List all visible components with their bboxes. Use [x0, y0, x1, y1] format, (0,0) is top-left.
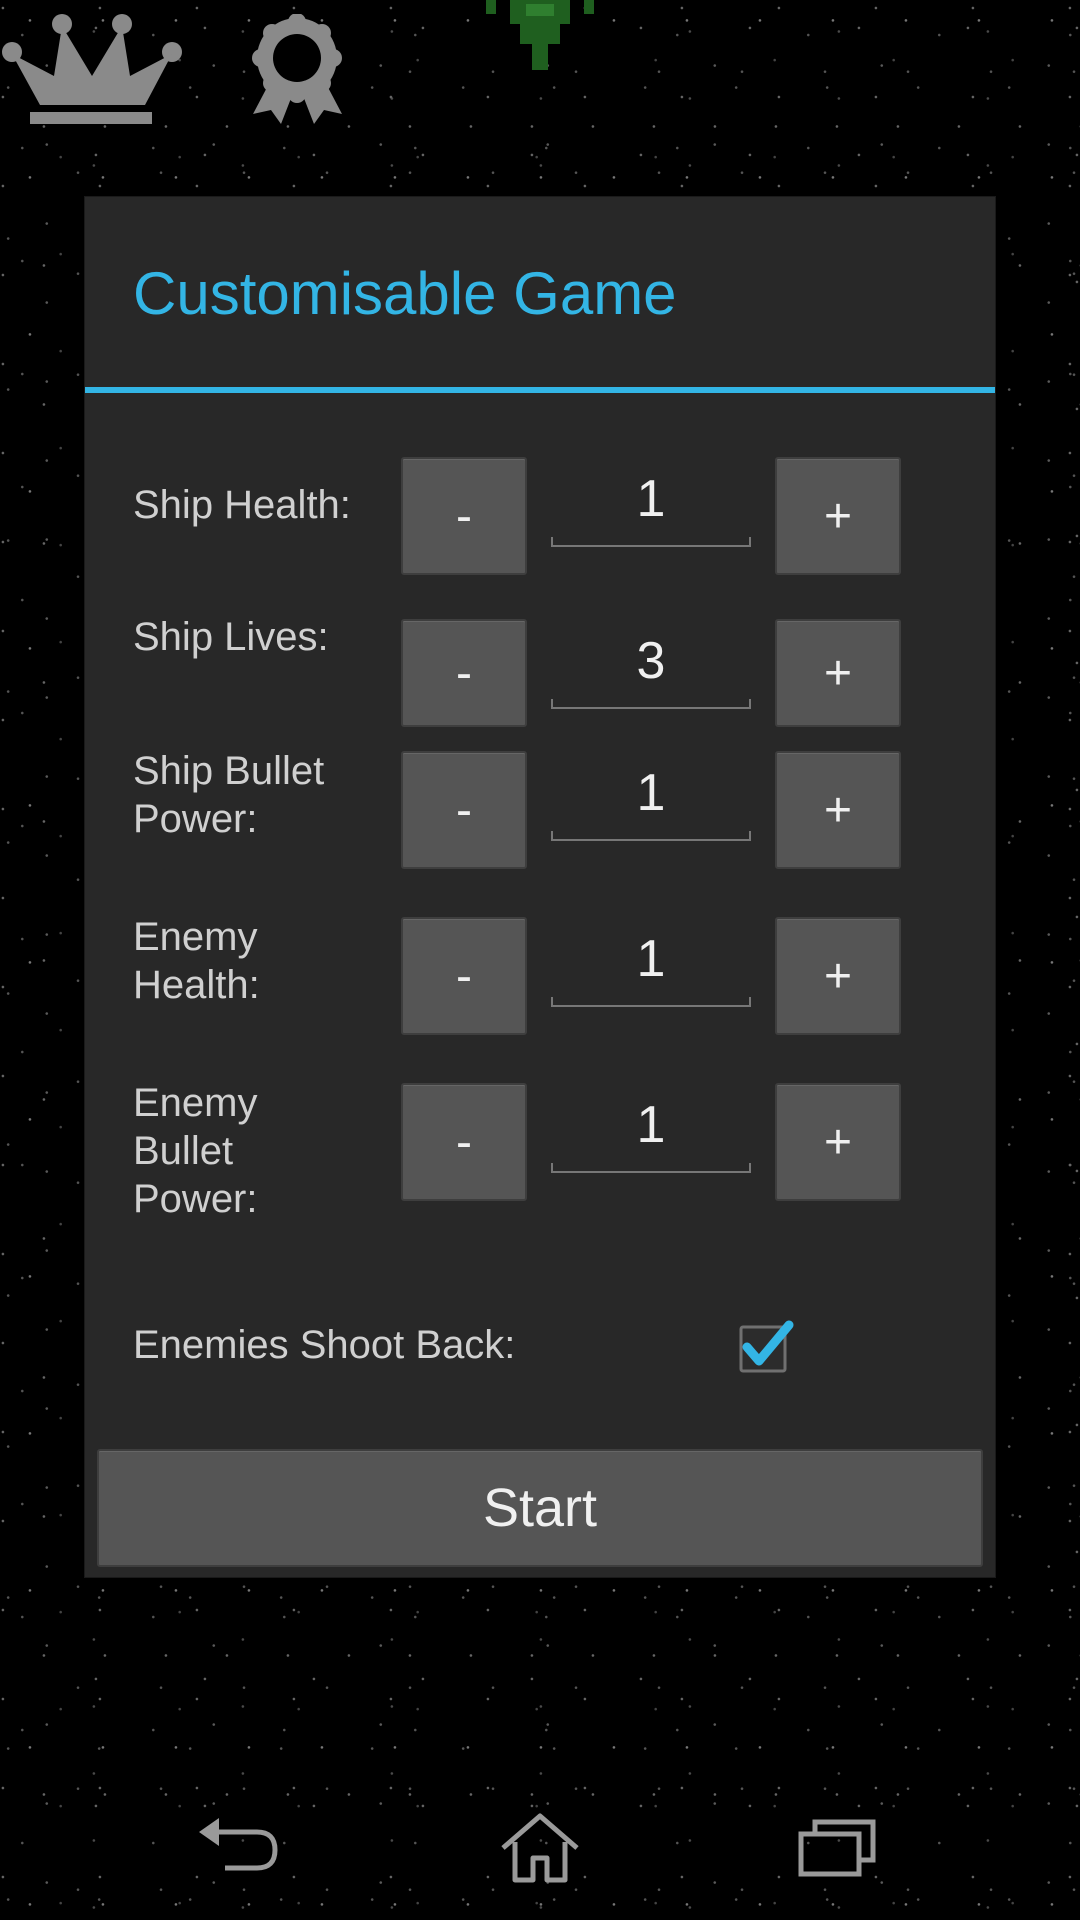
enemy-bullet-power-value[interactable]: 1: [551, 1095, 751, 1155]
ship-lives-decrease-button[interactable]: -: [401, 619, 527, 727]
ship-bullet-power-decrease-button[interactable]: -: [401, 751, 527, 869]
ship-lives-increase-button[interactable]: +: [775, 619, 901, 727]
home-icon[interactable]: [495, 1810, 585, 1886]
ship-sprite: [486, 0, 594, 70]
navigation-bar: [0, 1776, 1080, 1920]
enemy-bullet-power-decrease-button[interactable]: -: [401, 1083, 527, 1201]
crown-icon[interactable]: [0, 10, 185, 130]
enemy-bullet-power-increase-button[interactable]: +: [775, 1083, 901, 1201]
back-icon[interactable]: [195, 1810, 285, 1886]
ship-health-label: Ship Health:: [133, 483, 351, 527]
ship-health-value[interactable]: 1: [551, 469, 751, 529]
ship-bullet-power-field-underline: [551, 831, 751, 841]
ship-lives-label: Ship Lives:: [133, 615, 329, 659]
enemies-shoot-back-checkbox[interactable]: [737, 1317, 797, 1377]
ship-lives-field-underline: [551, 699, 751, 709]
ship-health-increase-button[interactable]: +: [775, 457, 901, 575]
ship-bullet-power-label: Ship Bullet Power:: [133, 749, 325, 841]
start-button[interactable]: Start: [97, 1449, 983, 1567]
award-badge-icon[interactable]: [245, 14, 350, 126]
game-screen: Customisable Game Ship Health: - 1 + Shi…: [0, 0, 1080, 1920]
enemy-health-increase-button[interactable]: +: [775, 917, 901, 1035]
dialog-title: Customisable Game: [133, 260, 677, 327]
enemy-health-value[interactable]: 1: [551, 929, 751, 989]
ship-health-decrease-button[interactable]: -: [401, 457, 527, 575]
enemy-bullet-power-field-underline: [551, 1163, 751, 1173]
ship-lives-value[interactable]: 3: [551, 631, 751, 691]
enemy-health-decrease-button[interactable]: -: [401, 917, 527, 1035]
recent-apps-icon[interactable]: [795, 1810, 885, 1886]
enemy-bullet-power-label: Enemy Bullet Power:: [133, 1081, 258, 1221]
title-divider: [85, 387, 995, 393]
ship-health-field-underline: [551, 537, 751, 547]
enemy-health-field-underline: [551, 997, 751, 1007]
enemies-shoot-back-label: Enemies Shoot Back:: [133, 1323, 516, 1367]
ship-bullet-power-increase-button[interactable]: +: [775, 751, 901, 869]
customisable-game-dialog: Customisable Game Ship Health: - 1 + Shi…: [84, 196, 996, 1578]
enemy-health-label: Enemy Health:: [133, 915, 260, 1007]
ship-bullet-power-value[interactable]: 1: [551, 763, 751, 823]
